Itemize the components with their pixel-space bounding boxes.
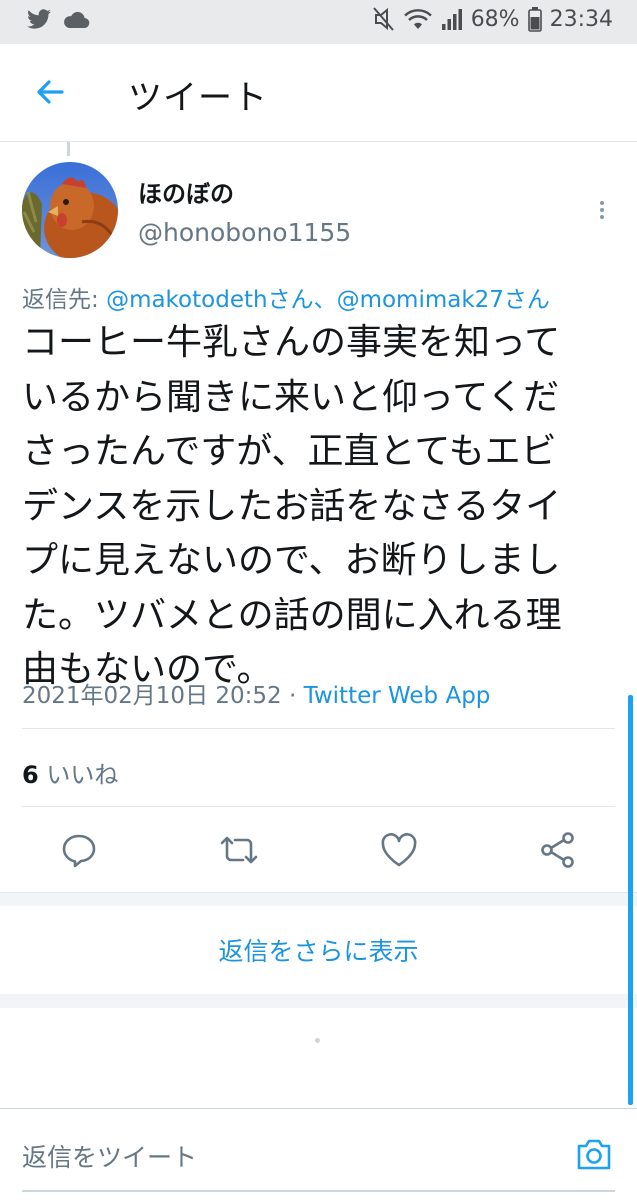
reply-to-line: 返信先: @makotodethさん、@momimak27さん <box>22 280 550 314</box>
twitter-icon <box>27 9 51 29</box>
source-app-link[interactable]: Twitter Web App <box>304 683 491 709</box>
tweet-timestamp: 2021年02月10日 20:52 <box>22 683 282 709</box>
composer-divider <box>0 1108 637 1109</box>
composer-underline <box>22 1190 615 1192</box>
status-time: 23:34 <box>549 6 613 32</box>
divider <box>22 728 615 729</box>
arrow-left-icon[interactable] <box>32 74 68 110</box>
tweet-text-line: いるから聞きに来いと仰ってくだ <box>22 376 560 418</box>
status-bar: 68% 23:34 <box>0 0 637 44</box>
meta-separator: · <box>281 683 304 709</box>
more-options-icon[interactable] <box>592 198 612 226</box>
reply-mentions[interactable]: @makotodethさん、@momimak27さん <box>106 287 550 313</box>
thread-connector <box>67 142 70 156</box>
app-header: ツイート <box>0 44 637 142</box>
chicken-avatar-image <box>22 162 118 258</box>
tweet-meta: 2021年02月10日 20:52 · Twitter Web App <box>22 676 490 710</box>
share-icon[interactable] <box>538 830 578 870</box>
signal-icon <box>441 9 462 30</box>
tweet-text-line: デンスを示したお話をなさるタイ <box>22 485 562 527</box>
reply-input[interactable]: 返信をツイート <box>22 1138 197 1174</box>
like-label: いいね <box>38 761 119 789</box>
like-icon[interactable] <box>379 830 419 870</box>
tweet-text-line: さったんですが、正直とてもエビ <box>22 431 557 472</box>
tweet-text-line: プに見えないので、お断りしまし <box>22 540 561 581</box>
battery-percent: 68% <box>470 6 520 32</box>
author-handle[interactable]: @honobono1155 <box>138 218 351 247</box>
author-name[interactable]: ほのぼの <box>138 174 234 209</box>
reply-to-label: 返信先: <box>22 287 107 313</box>
loading-dot <box>315 1038 320 1043</box>
mute-icon <box>372 7 394 31</box>
cloud-icon <box>64 11 90 29</box>
avatar[interactable] <box>22 162 118 258</box>
divider <box>22 806 615 807</box>
like-stats[interactable]: 6 いいね <box>22 755 118 790</box>
section-gap <box>0 892 637 906</box>
tweet-text-line: コーヒー牛乳さんの事実を知って <box>22 322 561 363</box>
wifi-icon <box>403 9 432 29</box>
tweet-text: コーヒー牛乳さんの事実を知って いるから聞きに来いと仰ってくだ さったんですが、… <box>22 316 622 698</box>
section-gap <box>0 994 637 1008</box>
scrollbar[interactable] <box>628 695 633 1105</box>
tweet-text-line: た。ツバメとの話の間に入れる理 <box>22 594 562 636</box>
like-count: 6 <box>22 761 39 789</box>
show-more-replies-button[interactable]: 返信をさらに表示 <box>0 906 637 994</box>
camera-icon[interactable] <box>574 1134 614 1174</box>
battery-icon <box>527 7 542 32</box>
page-title: ツイート <box>128 78 268 118</box>
retweet-icon[interactable] <box>219 830 259 870</box>
reply-icon[interactable] <box>59 830 99 870</box>
